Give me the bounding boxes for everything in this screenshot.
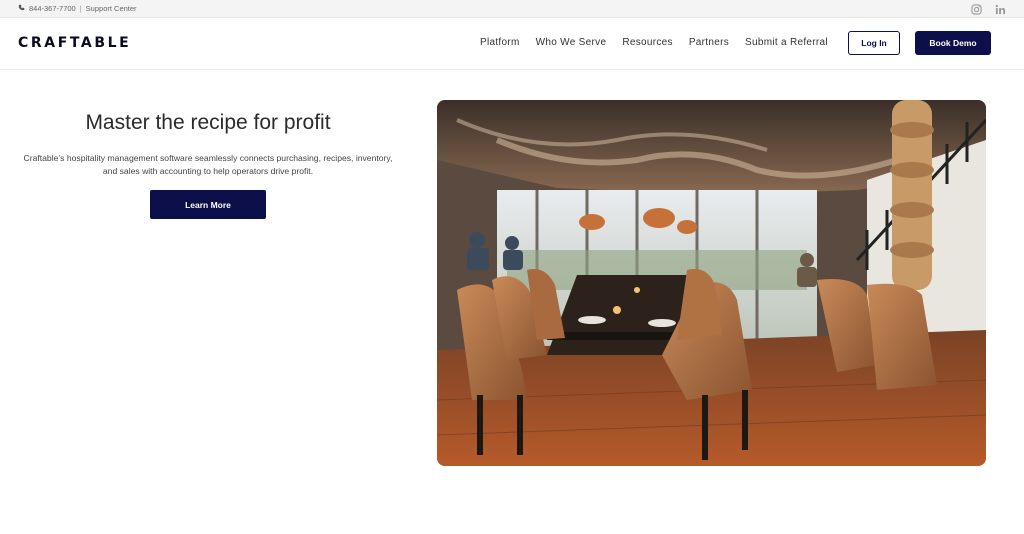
primary-nav: Platform Who We Serve Resources Partners… <box>480 37 828 48</box>
nav-partners[interactable]: Partners <box>689 37 729 48</box>
linkedin-icon[interactable] <box>994 3 1006 15</box>
login-button[interactable]: Log In <box>848 31 900 55</box>
support-center-link[interactable]: Support Center <box>86 4 137 13</box>
social-links <box>970 3 1006 15</box>
separator: | <box>79 4 82 13</box>
nav-who-we-serve[interactable]: Who We Serve <box>536 37 607 48</box>
phone-link[interactable]: 844-367-7700 <box>29 4 76 13</box>
phone-icon <box>18 4 25 13</box>
learn-more-button[interactable]: Learn More <box>150 190 266 219</box>
hero-description: Craftable’s hospitality management softw… <box>23 153 393 176</box>
nav-platform[interactable]: Platform <box>480 37 520 48</box>
restaurant-photo <box>437 100 986 466</box>
craftable-logo[interactable]: CRAFTABLE <box>18 35 131 51</box>
nav-resources[interactable]: Resources <box>622 37 673 48</box>
nav-submit-referral[interactable]: Submit a Referral <box>745 37 828 48</box>
instagram-icon[interactable] <box>970 3 982 15</box>
contact-info: 844-367-7700 | Support Center <box>18 4 137 13</box>
main-navbar: CRAFTABLE Platform Who We Serve Resource… <box>0 18 1024 70</box>
book-demo-button[interactable]: Book Demo <box>915 31 991 55</box>
top-utility-bar: 844-367-7700 | Support Center <box>0 0 1024 18</box>
hero-title: Master the recipe for profit <box>85 111 331 134</box>
